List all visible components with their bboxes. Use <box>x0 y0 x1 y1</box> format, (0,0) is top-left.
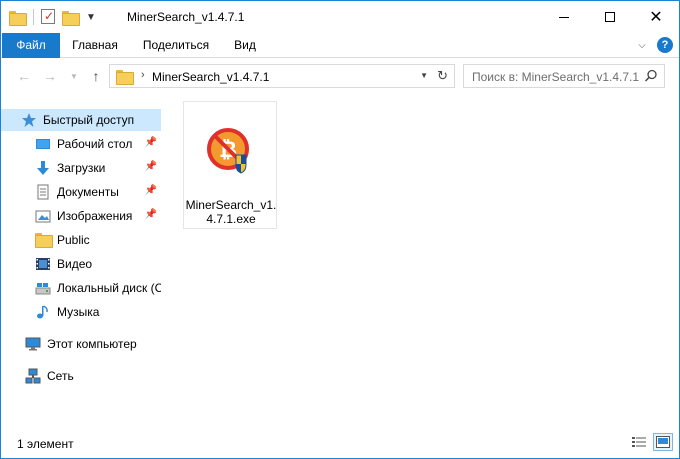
tab-home[interactable]: Главная <box>67 33 123 58</box>
title-bar: ▼ MinerSearch_v1.4.7.1 ✕ <box>1 1 679 33</box>
breadcrumb-separator: › <box>141 69 145 81</box>
star-icon <box>22 113 36 127</box>
search-input[interactable] <box>472 69 640 84</box>
folder-icon <box>35 232 53 248</box>
computer-icon <box>25 337 41 351</box>
search-box[interactable] <box>463 64 665 88</box>
address-history-icon[interactable]: ▼ <box>420 71 428 80</box>
maximize-icon <box>605 12 615 22</box>
search-icon[interactable] <box>644 69 658 83</box>
chevron-down-icon: ▼ <box>70 71 78 81</box>
close-button[interactable]: ✕ <box>633 1 679 33</box>
nav-item-video[interactable]: Видео <box>1 253 161 275</box>
recent-locations-button[interactable]: ▼ <box>65 67 83 85</box>
refresh-icon[interactable]: ↻ <box>437 68 448 84</box>
nav-item-desktop[interactable]: Рабочий стол 📌 <box>1 133 161 155</box>
pin-icon[interactable]: 📌 <box>145 209 157 220</box>
navigation-bar: ← → ▼ ↑ › MinerSearch_v1.4.7.1 ▼ ↻ <box>1 59 679 93</box>
drive-icon <box>35 283 51 295</box>
quick-access-toolbar: ▼ <box>9 9 96 26</box>
tab-view[interactable]: Вид <box>227 33 263 58</box>
nav-item-label: Документы <box>57 185 119 199</box>
nav-item-label: Музыка <box>57 305 100 319</box>
minimize-icon <box>559 16 569 18</box>
new-folder-icon[interactable] <box>62 9 80 26</box>
pin-icon[interactable]: 📌 <box>145 161 157 172</box>
nav-item-music[interactable]: Музыка <box>1 301 161 323</box>
folder-icon <box>9 9 27 26</box>
network-icon <box>25 368 41 384</box>
file-name: MinerSearch_v1.4.7.1.exe <box>185 198 277 226</box>
document-icon <box>37 184 49 200</box>
nav-item-label: Этот компьютер <box>47 337 137 351</box>
nav-item-label: Локальный диск (C <box>57 281 161 295</box>
pin-icon[interactable]: 📌 <box>145 185 157 196</box>
nav-item-public[interactable]: Public <box>1 229 161 251</box>
nav-item-local-disk[interactable]: Локальный диск (C <box>1 277 161 299</box>
nav-item-label: Видео <box>57 257 93 271</box>
nav-item-label: Изображения <box>57 209 133 223</box>
up-arrow-icon: ↑ <box>92 68 100 84</box>
navigation-pane: Быстрый доступ Рабочий стол 📌 Загрузки 📌… <box>1 101 161 421</box>
window-controls: ✕ <box>541 1 679 33</box>
tab-file[interactable]: Файл <box>2 33 60 58</box>
nav-item-label: Загрузки <box>57 161 106 175</box>
nav-item-pictures[interactable]: Изображения 📌 <box>1 205 161 227</box>
large-icons-view-button[interactable] <box>653 433 673 451</box>
pictures-icon <box>35 210 51 223</box>
expand-ribbon-icon[interactable]: ⌵ <box>635 38 649 52</box>
up-button[interactable]: ↑ <box>87 67 105 85</box>
tab-share[interactable]: Поделиться <box>137 33 215 58</box>
file-item[interactable]: ₿ MinerSearch_v1.4.7.1.exe <box>183 101 277 229</box>
properties-icon[interactable] <box>40 9 56 25</box>
minersearch-app-icon: ₿ <box>207 128 249 174</box>
nav-item-quick-access[interactable]: Быстрый доступ <box>1 109 161 131</box>
back-button[interactable]: ← <box>15 67 33 85</box>
forward-arrow-icon: → <box>43 68 57 84</box>
pin-icon[interactable]: 📌 <box>145 137 157 148</box>
details-view-icon <box>632 437 646 447</box>
nav-item-documents[interactable]: Документы 📌 <box>1 181 161 203</box>
customize-toolbar-icon[interactable]: ▼ <box>86 12 96 23</box>
maximize-button[interactable] <box>587 1 633 33</box>
nav-item-network[interactable]: Сеть <box>1 365 161 387</box>
status-item-count: 1 элемент <box>17 437 74 451</box>
nav-item-label: Рабочий стол <box>57 137 133 151</box>
back-arrow-icon: ← <box>17 68 31 84</box>
download-icon <box>37 161 49 175</box>
explorer-window: ▼ MinerSearch_v1.4.7.1 ✕ Файл Главная По… <box>0 0 680 459</box>
details-view-button[interactable] <box>629 433 649 451</box>
toolbar-divider <box>33 9 34 25</box>
nav-item-label: Сеть <box>47 369 74 383</box>
folder-icon <box>116 70 134 85</box>
forward-button[interactable]: → <box>41 67 59 85</box>
window-title: MinerSearch_v1.4.7.1 <box>127 10 245 24</box>
nav-item-label: Public <box>57 233 90 247</box>
desktop-icon <box>36 139 50 149</box>
nav-item-this-pc[interactable]: Этот компьютер <box>1 333 161 355</box>
minimize-button[interactable] <box>541 1 587 33</box>
breadcrumb[interactable]: MinerSearch_v1.4.7.1 <box>152 70 269 84</box>
music-icon <box>37 305 48 319</box>
video-icon <box>36 258 50 270</box>
file-list: ₿ MinerSearch_v1.4.7.1.exe <box>177 101 677 421</box>
ribbon-tabs: Файл Главная Поделиться Вид ⌵ ? <box>1 33 679 58</box>
nav-item-downloads[interactable]: Загрузки 📌 <box>1 157 161 179</box>
nav-item-label: Быстрый доступ <box>43 113 135 127</box>
ribbon-controls: ⌵ ? <box>635 37 673 53</box>
large-icons-view-icon <box>656 436 670 448</box>
view-switcher <box>629 433 673 451</box>
address-bar[interactable]: › MinerSearch_v1.4.7.1 ▼ ↻ <box>109 64 455 88</box>
help-icon[interactable]: ? <box>657 37 673 53</box>
